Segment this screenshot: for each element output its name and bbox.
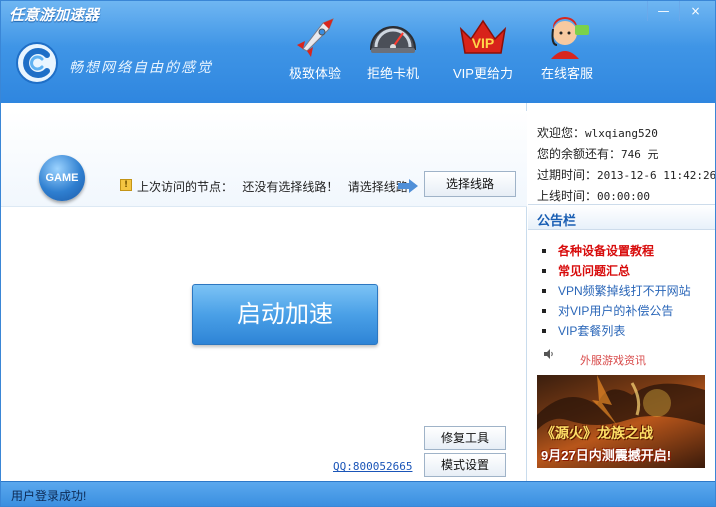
notice-item-text: 常见问题汇总 [558,264,631,278]
notice-header: 公告栏 [528,204,715,230]
notice-item-text: 对VIP用户的补偿公告 [558,304,674,318]
nav-ultimate-experience[interactable]: 极致体验 [278,15,352,85]
last-node-label: 上次访问的节点： [137,180,234,194]
news-ticker[interactable]: 外服游戏资讯 [540,346,710,366]
ticker-text: 外服游戏资讯 [580,355,646,366]
last-node-text: 上次访问的节点： 还没有选择线路！ 请选择线路 [137,178,408,195]
nav-label: VIP更给力 [453,66,513,81]
ad-title: 《源火》龙族之战 [541,425,653,441]
bullet-icon [542,329,546,333]
bullet-icon [542,289,546,293]
user-info: 欢迎您：wlxqiang520 您的余额还有：746 元 过期时间：2013-1… [537,123,716,207]
notice-item[interactable]: 各种设备设置教程 [540,241,710,261]
side-panel: 欢迎您：wlxqiang520 您的余额还有：746 元 过期时间：2013-1… [528,103,715,481]
nav-label: 拒绝卡机 [366,66,419,81]
balance-line: 您的余额还有：746 元 [537,144,715,165]
notice-item[interactable]: 常见问题汇总 [540,261,710,281]
status-bar: 用户登录成功! [1,481,715,506]
notice-title: 公告栏 [537,213,577,228]
notice-item[interactable]: VIP套餐列表 [540,321,710,341]
game-badge-icon: GAME [39,155,85,201]
notice-item[interactable]: 对VIP用户的补偿公告 [540,301,710,321]
last-node-value: 还没有选择线路！ [242,180,339,194]
online-label: 上线时间： [537,189,598,203]
node-info-strip: GAME ! 上次访问的节点： 还没有选择线路！ 请选择线路 选择线路 [1,111,527,207]
header-bar: 任意游加速器 — × 畅想网络自由的感觉 极致体验 拒绝卡机 VIP VIP更给… [1,1,715,103]
status-text: 用户登录成功! [11,489,87,503]
ad-banner[interactable]: 《源火》龙族之战 9月27日内测震撼开启! [537,375,705,468]
notice-item-text: VPN频繁掉线打不开网站 [558,284,691,298]
notice-item-text: VIP套餐列表 [558,324,626,338]
app-title: 任意游加速器 [9,6,100,24]
username: wlxqiang520 [585,127,658,140]
nav-label: 极致体验 [288,66,341,81]
nav-label: 在线客服 [540,66,593,81]
repair-tool-button[interactable]: 修复工具 [424,426,506,450]
bullet-icon [542,269,546,273]
rocket-icon [295,18,334,57]
nav-no-lag[interactable]: 拒绝卡机 [356,15,430,85]
start-acceleration-button[interactable]: 启动加速 [192,284,378,345]
vip-icon-text: VIP [472,35,495,51]
app-logo-icon [16,42,58,84]
nav-vip[interactable]: VIP VIP更给力 [446,15,520,85]
online-value: 00:00:00 [597,190,650,203]
welcome-line: 欢迎您：wlxqiang520 [537,123,715,144]
app-window: 任意游加速器 — × 畅想网络自由的感觉 极致体验 拒绝卡机 VIP VIP更给… [0,0,716,507]
speaker-icon [544,349,553,359]
info-icon: ! [120,179,132,191]
minimize-button[interactable]: — [647,1,679,21]
close-button[interactable]: × [679,1,711,21]
arrow-right-icon [398,179,418,193]
slogan-text: 畅想网络自由的感觉 [69,60,213,76]
notice-list: 各种设备设置教程 常见问题汇总 VPN频繁掉线打不开网站 对VIP用户的补偿公告… [540,241,710,341]
expire-line: 过期时间：2013-12-6 11:42:26 [537,165,716,186]
expire-label: 过期时间： [537,168,598,182]
notice-item-text: 各种设备设置教程 [558,244,655,258]
vip-icon: VIP [459,19,507,54]
bullet-icon [542,309,546,313]
nav-online-support[interactable]: 在线客服 [530,15,604,85]
qq-support-link[interactable]: QQ:800052665 [333,460,412,473]
mode-settings-button[interactable]: 模式设置 [424,453,506,477]
speedometer-icon [369,26,417,53]
welcome-label: 欢迎您： [537,126,586,140]
customer-service-icon [551,17,589,59]
bullet-icon [542,249,546,253]
expire-value: 2013-12-6 11:42:26 [597,169,716,182]
notice-item[interactable]: VPN频繁掉线打不开网站 [540,281,710,301]
balance-value: 746 元 [621,148,659,161]
balance-label: 您的余额还有： [537,147,622,161]
choose-route-button[interactable]: 选择线路 [424,171,516,197]
ad-subtitle: 9月27日内测震撼开启! [541,448,672,463]
main-panel: GAME ! 上次访问的节点： 还没有选择线路！ 请选择线路 选择线路 启动加速… [1,103,527,481]
